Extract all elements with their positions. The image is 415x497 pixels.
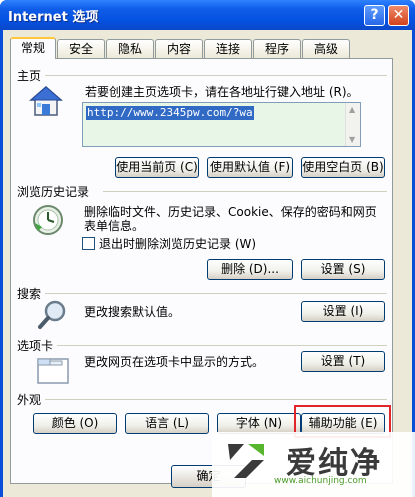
window-title: Internet 选项: [8, 10, 99, 25]
internet-options-window: Internet 选项 ? ✕ 常规 安全 隐私 内容 连接 程序 高级 主页 …: [0, 0, 415, 497]
home-divider: [45, 75, 387, 76]
title-bar[interactable]: Internet 选项 ? ✕: [0, 0, 415, 30]
help-button[interactable]: ?: [364, 5, 385, 26]
use-blank-button[interactable]: 使用空白页 (B): [301, 157, 385, 178]
search-settings-button[interactable]: 设置 (I): [301, 301, 385, 322]
history-clock-icon: [33, 205, 63, 235]
tab-privacy[interactable]: 隐私: [106, 39, 154, 58]
tab-general[interactable]: 常规: [10, 37, 56, 59]
tabs-description: 更改网页在选项卡中显示的方式。: [84, 355, 265, 369]
home-url-value: http://www.2345pw.com/?wa: [86, 106, 254, 120]
tabs-section-title: 选项卡: [17, 339, 54, 353]
use-current-button[interactable]: 使用当前页 (C): [115, 157, 199, 178]
delete-history-on-exit-checkbox[interactable]: [82, 237, 95, 250]
url-scrollbar[interactable]: ▲ ▼: [345, 103, 360, 146]
languages-button[interactable]: 语言 (L): [125, 413, 209, 434]
tabs-settings-button[interactable]: 设置 (T): [301, 351, 385, 372]
home-url-textarea[interactable]: http://www.2345pw.com/?wa ▲ ▼: [82, 102, 361, 147]
tab-connections[interactable]: 连接: [204, 39, 252, 58]
history-settings-button[interactable]: 设置 (S): [301, 259, 385, 280]
fonts-button[interactable]: 字体 (N): [217, 413, 301, 434]
tabs-icon: [37, 358, 69, 384]
home-icon: [29, 86, 63, 116]
appearance-section-title: 外观: [17, 393, 42, 407]
tab-content[interactable]: 内容: [155, 39, 203, 58]
watermark-url: www.aichunjing.com: [274, 476, 367, 486]
home-description: 若要创建主页选项卡，请在各地址行键入地址 (R)。: [85, 85, 359, 99]
watermark: 爱纯净 www.aichunjing.com: [212, 432, 415, 497]
history-description: 删除临时文件、历史记录、Cookie、保存的密码和网页表单信息。: [84, 205, 377, 233]
search-description: 更改搜索默认值。: [84, 305, 181, 319]
tab-advanced[interactable]: 高级: [302, 39, 350, 58]
delete-history-checkbox-label[interactable]: 退出时删除浏览历史记录 (W): [99, 237, 256, 251]
tab-programs[interactable]: 程序: [253, 39, 301, 58]
use-default-button[interactable]: 使用默认值 (F): [207, 157, 293, 178]
delete-history-button[interactable]: 删除 (D)...: [207, 259, 293, 280]
search-icon: [38, 300, 66, 329]
tab-security[interactable]: 安全: [57, 39, 105, 58]
tabs-divider: [57, 345, 387, 346]
colors-button[interactable]: 颜色 (O): [33, 413, 117, 434]
scroll-up-icon[interactable]: ▲: [349, 105, 355, 114]
home-section-title: 主页: [17, 69, 42, 83]
search-divider: [45, 293, 387, 294]
history-divider: [103, 191, 387, 192]
appearance-divider: [45, 399, 387, 400]
history-section-title: 浏览历史记录: [17, 185, 90, 199]
close-button[interactable]: ✕: [388, 5, 409, 26]
watermark-logo-icon: [228, 444, 264, 478]
scroll-down-icon[interactable]: ▼: [349, 135, 355, 144]
